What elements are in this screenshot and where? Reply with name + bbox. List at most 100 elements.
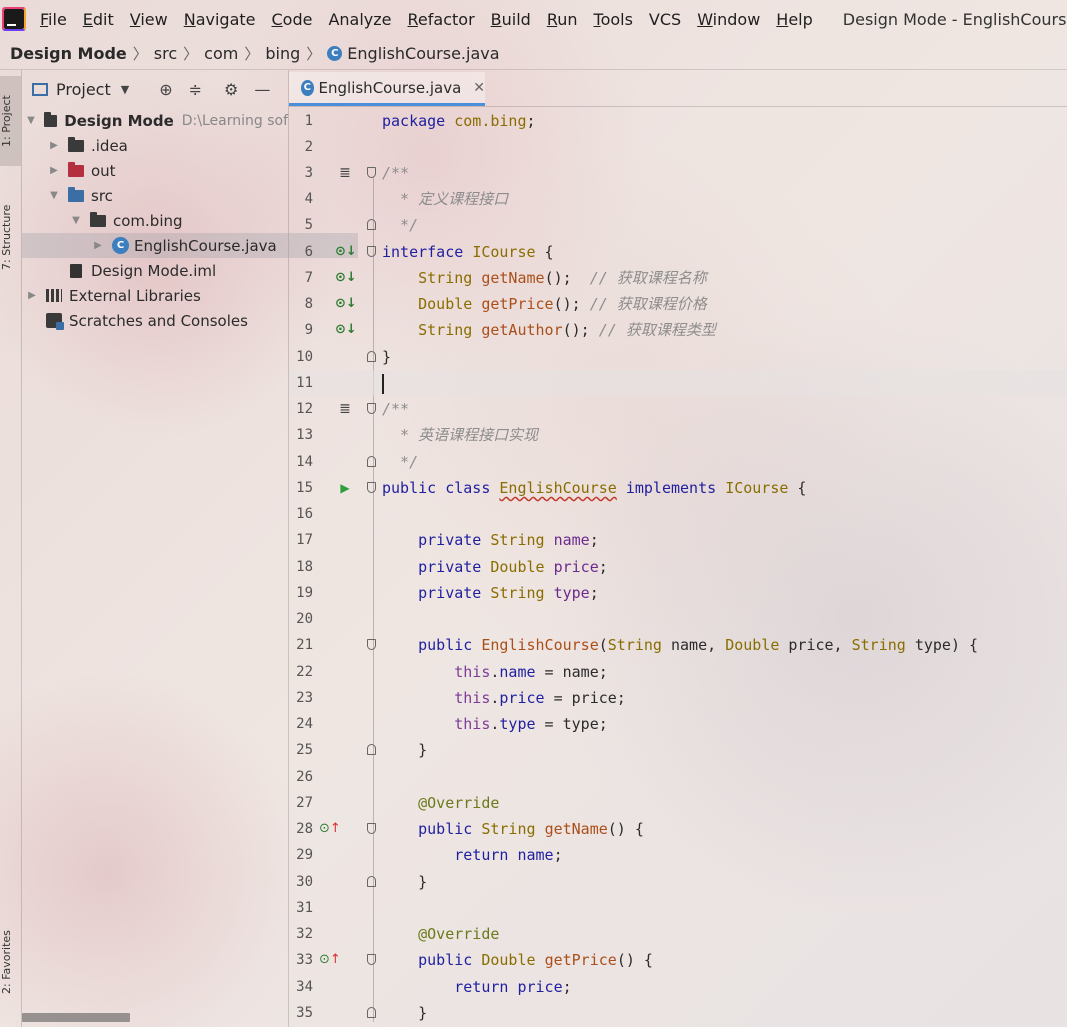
menu-item-file[interactable]: File bbox=[32, 10, 75, 29]
menu-items: File Edit View Navigate Code Analyze Refactor B… bbox=[32, 10, 821, 29]
run-icon[interactable]: ▶ bbox=[335, 475, 355, 501]
fold-marker-icon[interactable] bbox=[367, 639, 376, 650]
fold-marker-icon[interactable] bbox=[367, 823, 376, 834]
tree-item-out[interactable]: ▶ out bbox=[22, 158, 314, 183]
tab-label: EnglishCourse.java bbox=[318, 78, 462, 97]
chevron-right-icon: 〉 bbox=[244, 45, 260, 63]
collapsed-arrow-icon[interactable]: ▶ bbox=[26, 290, 38, 301]
project-view-selector[interactable]: Project bbox=[56, 80, 111, 99]
menu-item-help[interactable]: Help bbox=[768, 10, 820, 29]
doc-lines-icon[interactable]: ≣ bbox=[335, 396, 355, 422]
code-editor[interactable]: 1 package com.bing; 2 3 ≣/** 4 * 定义课程接口 5 … bbox=[289, 107, 1067, 1027]
tool-window-strip: 1: Project 7: Structure 2: Favorites bbox=[0, 70, 22, 1027]
tree-item-path: D:\Learning sof bbox=[181, 112, 288, 129]
tree-item-label: src bbox=[91, 186, 113, 205]
chevron-down-icon[interactable]: ▼ bbox=[121, 83, 129, 96]
menu-item-code[interactable]: Code bbox=[264, 10, 321, 29]
breadcrumb-bing[interactable]: bing bbox=[265, 44, 300, 63]
menu-bar: File Edit View Navigate Code Analyze Refactor B… bbox=[0, 0, 1067, 38]
menu-item-window[interactable]: Window bbox=[689, 10, 768, 29]
doc-lines-icon[interactable]: ≣ bbox=[335, 160, 355, 186]
expand-arrow-icon[interactable]: ▼ bbox=[70, 215, 82, 226]
menu-item-view[interactable]: View bbox=[122, 10, 176, 29]
library-icon bbox=[46, 289, 62, 302]
tree-item-label: EnglishCourse.java bbox=[134, 236, 277, 255]
fold-marker-icon[interactable] bbox=[367, 744, 376, 755]
tab-englishcourse-java[interactable]: C EnglishCourse.java ✕ bbox=[289, 72, 485, 106]
tab-project-tool[interactable]: 1: Project bbox=[0, 76, 21, 166]
tree-item-project-root[interactable]: ▼ Design Mode D:\Learning sof bbox=[22, 108, 288, 133]
chevron-right-icon: 〉 bbox=[306, 45, 322, 63]
fold-marker-icon[interactable] bbox=[367, 403, 376, 414]
tab-favorites-tool[interactable]: 2: Favorites bbox=[0, 912, 21, 1012]
menu-item-vcs[interactable]: VCS bbox=[641, 10, 689, 29]
tree-item-label: out bbox=[91, 161, 116, 180]
project-panel-header: Project ▼ ⊕ ≑ ⚙ — bbox=[22, 70, 288, 108]
menu-item-tools[interactable]: Tools bbox=[586, 10, 641, 29]
menu-item-refactor[interactable]: Refactor bbox=[400, 10, 483, 29]
fold-marker-icon[interactable] bbox=[367, 954, 376, 965]
package-icon bbox=[90, 211, 106, 227]
fold-marker-icon[interactable] bbox=[367, 482, 376, 493]
tree-item-label: External Libraries bbox=[69, 286, 201, 305]
fold-marker-icon[interactable] bbox=[367, 456, 376, 467]
project-panel: Project ▼ ⊕ ≑ ⚙ — ▼ Design Mode D:\Learn… bbox=[22, 70, 358, 1027]
implemented-icon[interactable]: ⊙↓ bbox=[335, 239, 357, 265]
tree-item-label: com.bing bbox=[113, 211, 183, 230]
menu-item-edit[interactable]: Edit bbox=[75, 10, 122, 29]
implemented-icon[interactable]: ⊙↓ bbox=[335, 265, 357, 291]
chevron-right-icon: 〉 bbox=[132, 45, 148, 63]
fold-marker-icon[interactable] bbox=[367, 351, 376, 362]
hide-panel-icon[interactable]: — bbox=[254, 80, 270, 99]
chevron-right-icon: 〉 bbox=[183, 45, 199, 63]
fold-marker-icon[interactable] bbox=[367, 246, 376, 257]
fold-marker-icon[interactable] bbox=[367, 876, 376, 887]
expand-arrow-icon[interactable]: ▼ bbox=[26, 115, 36, 126]
scratches-icon bbox=[46, 313, 64, 330]
override-up-icon[interactable]: ⊙↑ bbox=[319, 947, 341, 973]
breadcrumb-project[interactable]: Design Mode bbox=[10, 44, 127, 63]
project-folder-icon bbox=[43, 111, 58, 127]
tree-item-label: Design Mode.iml bbox=[91, 261, 217, 280]
tree-item-src[interactable]: ▼ src bbox=[22, 183, 314, 208]
collapse-all-icon[interactable]: ≑ bbox=[189, 80, 202, 99]
java-class-icon: C bbox=[112, 237, 129, 254]
tree-item-scratches[interactable]: Scratches and Consoles bbox=[22, 308, 312, 333]
tab-favorites-label: 2: Favorites bbox=[0, 930, 13, 994]
excluded-folder-icon bbox=[68, 161, 84, 177]
gear-icon[interactable]: ⚙ bbox=[224, 80, 238, 99]
menu-item-navigate[interactable]: Navigate bbox=[176, 10, 264, 29]
locate-target-icon[interactable]: ⊕ bbox=[159, 80, 172, 99]
breadcrumb-file[interactable]: EnglishCourse.java bbox=[347, 44, 499, 63]
project-horizontal-scrollbar[interactable] bbox=[22, 1013, 130, 1022]
override-up-icon[interactable]: ⊙↑ bbox=[319, 816, 341, 842]
collapsed-arrow-icon[interactable]: ▶ bbox=[48, 165, 60, 176]
fold-marker-icon[interactable] bbox=[367, 1007, 376, 1018]
intellij-logo-icon bbox=[2, 7, 26, 31]
implemented-icon[interactable]: ⊙↓ bbox=[335, 317, 357, 343]
window-title: Design Mode - EnglishCourse.java - I bbox=[842, 9, 1067, 29]
java-class-icon: C bbox=[327, 46, 343, 61]
collapsed-arrow-icon[interactable]: ▶ bbox=[92, 240, 104, 251]
breadcrumb: Design Mode 〉 src 〉 com 〉 bing 〉 C Engli… bbox=[0, 38, 1067, 70]
module-file-icon bbox=[70, 263, 82, 278]
tree-item-idea[interactable]: ▶ .idea bbox=[22, 133, 314, 158]
menu-item-analyze[interactable]: Analyze bbox=[320, 10, 399, 29]
tab-structure-label: 7: Structure bbox=[0, 204, 13, 270]
implemented-icon[interactable]: ⊙↓ bbox=[335, 291, 357, 317]
breadcrumb-src[interactable]: src bbox=[154, 44, 177, 63]
tree-item-libraries[interactable]: ▶ External Libraries bbox=[22, 283, 292, 308]
tab-structure-tool[interactable]: 7: Structure bbox=[0, 182, 21, 292]
fold-marker-icon[interactable] bbox=[367, 167, 376, 178]
menu-item-build[interactable]: Build bbox=[483, 10, 539, 29]
breadcrumb-com[interactable]: com bbox=[204, 44, 238, 63]
collapsed-arrow-icon[interactable]: ▶ bbox=[48, 140, 60, 151]
project-view-icon bbox=[32, 82, 48, 96]
close-icon[interactable]: ✕ bbox=[473, 80, 485, 96]
expand-arrow-icon[interactable]: ▼ bbox=[48, 190, 60, 201]
menu-item-run[interactable]: Run bbox=[539, 10, 586, 29]
tree-item-label: .idea bbox=[91, 136, 128, 155]
tree-item-label: Scratches and Consoles bbox=[69, 311, 248, 330]
source-folder-icon bbox=[68, 186, 84, 202]
fold-marker-icon[interactable] bbox=[367, 219, 376, 230]
